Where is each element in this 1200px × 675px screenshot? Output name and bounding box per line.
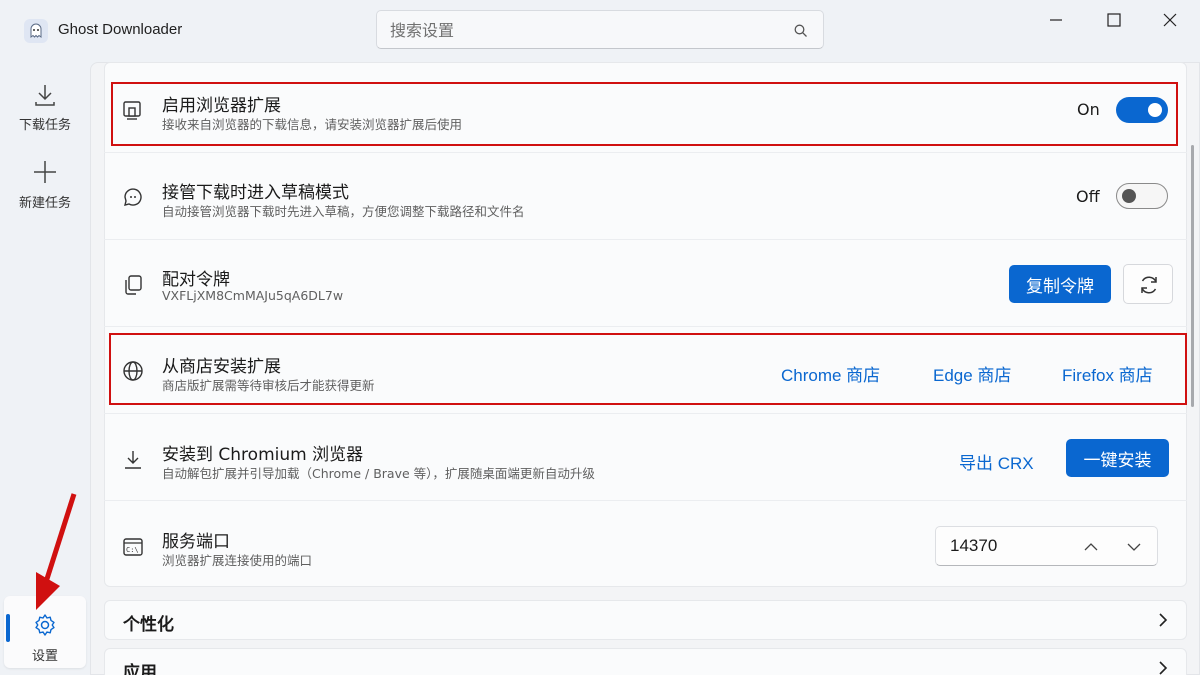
export-crx-link[interactable]: 导出 CRX bbox=[959, 449, 1034, 474]
setting-title: 安装到 Chromium 浏览器 bbox=[162, 445, 364, 465]
chat-bubble-icon bbox=[124, 188, 142, 206]
setting-description: 自动解包扩展并引导加载（Chrome / Brave 等），扩展随桌面端更新自动… bbox=[162, 466, 595, 481]
search-icon[interactable] bbox=[793, 23, 809, 39]
toggle-state-label: On bbox=[1077, 100, 1100, 119]
setting-browser-extension: 启用浏览器扩展 接收来自浏览器的下载信息，请安装浏览器扩展后使用 On bbox=[104, 66, 1187, 152]
setting-title: 从商店安装扩展 bbox=[162, 357, 281, 377]
maximize-icon[interactable] bbox=[1100, 6, 1128, 34]
chevron-right-icon bbox=[1159, 613, 1168, 627]
terminal-icon: C:\ bbox=[123, 538, 143, 556]
setting-description: 浏览器扩展连接使用的端口 bbox=[162, 553, 313, 568]
download-icon bbox=[125, 451, 141, 469]
chevron-up-icon[interactable] bbox=[1081, 537, 1101, 557]
plus-icon bbox=[34, 161, 56, 183]
setting-chromium-install: 安装到 Chromium 浏览器 自动解包扩展并引导加载（Chrome / Br… bbox=[104, 414, 1187, 500]
setting-title: 接管下载时进入草稿模式 bbox=[162, 183, 349, 203]
browser-extension-icon bbox=[123, 101, 141, 120]
section-title: 应用 bbox=[123, 663, 157, 675]
setting-title: 启用浏览器扩展 bbox=[162, 96, 281, 116]
nav-downloads[interactable]: 下载任务 bbox=[0, 82, 90, 133]
draft-mode-toggle[interactable] bbox=[1116, 183, 1168, 209]
globe-icon bbox=[123, 361, 143, 381]
ghost-logo-icon bbox=[24, 19, 48, 43]
section-personalize[interactable]: 个性化 bbox=[104, 600, 1187, 640]
pair-token-value: VXFLjXM8CmMAJu5qA6DL7w bbox=[162, 288, 344, 303]
port-spinbox[interactable] bbox=[935, 526, 1158, 566]
chevron-right-icon bbox=[1159, 661, 1168, 675]
refresh-token-button[interactable] bbox=[1123, 264, 1173, 304]
scrollbar[interactable] bbox=[1191, 145, 1194, 407]
minimize-icon[interactable] bbox=[1042, 6, 1070, 34]
one-click-install-button[interactable]: 一键安装 bbox=[1066, 439, 1169, 477]
svg-text:C:\: C:\ bbox=[126, 546, 139, 554]
setting-title: 配对令牌 bbox=[162, 270, 230, 290]
nav-new-task-label: 新建任务 bbox=[18, 196, 71, 211]
close-icon[interactable] bbox=[1156, 6, 1184, 34]
edge-store-link[interactable]: Edge 商店 bbox=[933, 361, 1011, 386]
browser-extension-toggle[interactable] bbox=[1116, 97, 1168, 123]
chrome-store-link[interactable]: Chrome 商店 bbox=[781, 361, 880, 386]
search-input[interactable] bbox=[390, 19, 780, 41]
app-title: Ghost Downloader bbox=[58, 21, 183, 38]
setting-title: 服务端口 bbox=[162, 532, 230, 552]
toggle-state-label: Off bbox=[1076, 187, 1100, 206]
firefox-store-link[interactable]: Firefox 商店 bbox=[1062, 361, 1153, 386]
port-input[interactable] bbox=[950, 536, 1070, 556]
nav-new-task[interactable]: 新建任务 bbox=[0, 158, 90, 211]
refresh-icon bbox=[1141, 276, 1157, 294]
nav-settings-label: 设置 bbox=[31, 649, 58, 664]
setting-description: 商店版扩展需等待审核后才能获得更新 bbox=[162, 378, 375, 393]
copy-token-button[interactable]: 复制令牌 bbox=[1009, 265, 1111, 303]
nav-selected-indicator bbox=[6, 614, 10, 642]
gear-icon bbox=[35, 614, 55, 636]
setting-pair-token: 配对令牌 VXFLjXM8CmMAJu5qA6DL7w 复制令牌 bbox=[104, 240, 1187, 326]
download-icon bbox=[35, 85, 55, 106]
section-title: 个性化 bbox=[123, 615, 174, 635]
setting-store-install: 从商店安装扩展 商店版扩展需等待审核后才能获得更新 Chrome 商店 Edge… bbox=[104, 327, 1187, 413]
nav-downloads-label: 下载任务 bbox=[18, 118, 71, 133]
section-apps[interactable]: 应用 bbox=[104, 648, 1187, 675]
copy-icon bbox=[125, 275, 142, 295]
setting-description: 自动接管浏览器下载时先进入草稿，方便您调整下载路径和文件名 bbox=[162, 204, 525, 219]
settings-search-box[interactable] bbox=[376, 10, 824, 49]
setting-description: 接收来自浏览器的下载信息，请安装浏览器扩展后使用 bbox=[162, 117, 463, 132]
setting-draft-mode: 接管下载时进入草稿模式 自动接管浏览器下载时先进入草稿，方便您调整下载路径和文件… bbox=[104, 153, 1187, 239]
red-annotation-arrow bbox=[36, 493, 77, 610]
title-bar: Ghost Downloader bbox=[0, 0, 1200, 62]
chevron-down-icon[interactable] bbox=[1124, 537, 1144, 557]
